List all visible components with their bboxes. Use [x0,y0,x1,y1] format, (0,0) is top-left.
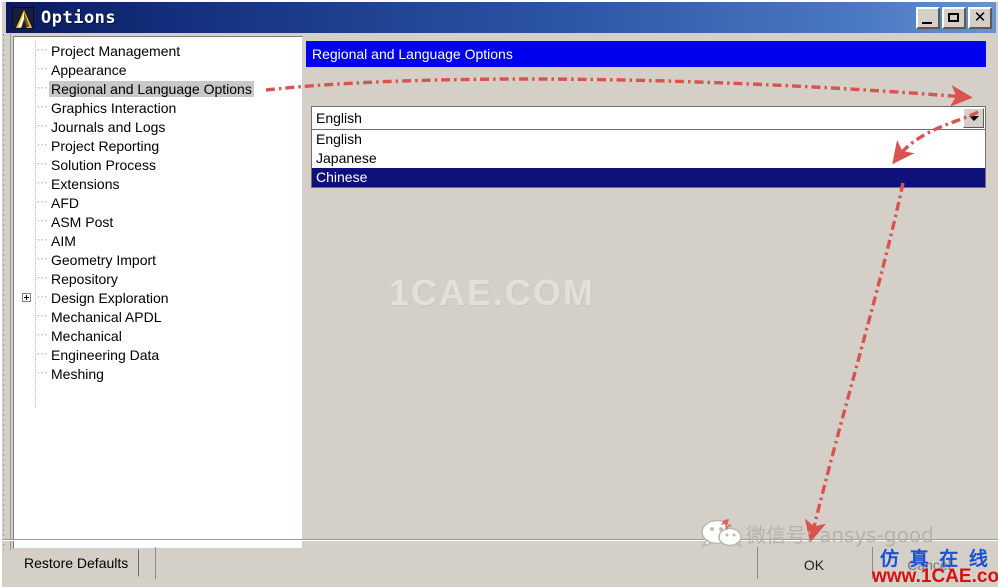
restore-defaults-label: Restore Defaults [24,555,129,571]
minimize-icon [922,21,932,24]
ansys-logo-icon [12,6,34,29]
sidebar-item-aim[interactable]: AIM [14,231,302,250]
left-edge-strip [0,34,11,550]
sidebar-item-design-exploration[interactable]: Design Exploration [14,288,302,307]
sidebar-item-label: Mechanical APDL [51,308,162,325]
tree-branch-icon [35,273,49,284]
window-controls: ✕ [916,6,992,29]
sidebar-item-label: Project Management [51,42,181,59]
ok-label: OK [803,557,825,573]
language-option-japanese[interactable]: Japanese [312,149,985,168]
maximize-button[interactable] [942,6,966,29]
sidebar-item-asm-post[interactable]: ASM Post [14,212,302,231]
cancel-button[interactable]: Cancel [898,553,960,577]
screenshot-root: Options ✕ Project Management Appearance Re… [0,0,998,587]
tree-branch-icon [35,368,49,379]
tree-guide-line [35,41,36,409]
language-combobox[interactable]: English [311,106,986,130]
options-dialog-window: Options ✕ Project Management Appearance Re… [0,0,998,587]
footer-separator-2 [757,547,758,579]
sidebar-item-project-reporting[interactable]: Project Reporting [14,136,302,155]
tree-branch-icon [35,159,49,170]
sidebar-item-label: Project Reporting [51,137,160,154]
tree-branch-icon [35,102,49,113]
sidebar-item-meshing[interactable]: Meshing [14,364,302,383]
sidebar-item-repository[interactable]: Repository [14,269,302,288]
tree-branch-icon [35,45,49,56]
sidebar-item-regional-and-language-options[interactable]: Regional and Language Options [14,79,302,98]
maximize-icon [948,12,959,22]
language-option-chinese[interactable]: Chinese [312,168,985,187]
sidebar-item-label: Mechanical [51,327,122,344]
tree-branch-icon [35,140,49,151]
tree-branch-icon [35,83,49,94]
tree-branch-icon [35,121,49,132]
language-option-label: Japanese [316,150,377,166]
sidebar-item-label: ASM Post [51,213,114,230]
tree-branch-icon [35,311,49,322]
sidebar-item-label: Solution Process [51,156,157,173]
tree-branch-icon [35,178,49,189]
restore-defaults-button[interactable]: Restore Defaults [13,549,140,577]
sidebar-item-project-management[interactable]: Project Management [14,41,302,60]
language-dropdown-list[interactable]: English Japanese Chinese [311,130,986,188]
options-category-tree[interactable]: Project Management Appearance Regional and… [13,36,303,549]
tree-branch-icon [35,330,49,341]
expand-plus-icon[interactable] [22,293,35,302]
sidebar-item-label: Extensions [51,175,120,192]
sidebar-item-label: Graphics Interaction [51,99,177,116]
plus-icon[interactable] [22,293,31,302]
tree-list: Project Management Appearance Regional and… [14,37,302,383]
sidebar-item-label: Engineering Data [51,346,160,363]
section-header: Regional and Language Options [306,41,986,67]
language-option-english[interactable]: English [312,130,985,149]
tree-branch-icon [35,216,49,227]
footer-separator-3 [872,547,873,579]
sidebar-item-label: Meshing [51,365,104,382]
sidebar-item-geometry-import[interactable]: Geometry Import [14,250,302,269]
close-icon: ✕ [973,8,987,26]
sidebar-item-mechanical[interactable]: Mechanical [14,326,302,345]
sidebar-item-label: Repository [51,270,118,287]
tree-branch-icon [35,235,49,246]
footer-separator-1 [155,547,156,579]
cancel-label: Cancel [907,557,951,573]
language-option-label: English [316,131,362,147]
sidebar-item-label: Regional and Language Options [49,80,254,97]
center-watermark: 1CAE.COM [389,272,596,313]
footer-divider [0,540,998,541]
sidebar-item-journals-and-logs[interactable]: Journals and Logs [14,117,302,136]
sidebar-item-label: Appearance [51,61,127,78]
tree-branch-icon [35,64,49,75]
tree-branch-icon [35,197,49,208]
minimize-button[interactable] [916,6,940,29]
sidebar-item-label: AFD [51,194,79,211]
chevron-down-icon[interactable] [963,108,984,128]
sidebar-item-appearance[interactable]: Appearance [14,60,302,79]
window-title: Options [41,7,117,28]
tree-branch-icon [35,292,49,303]
sidebar-item-mechanical-apdl[interactable]: Mechanical APDL [14,307,302,326]
sidebar-item-label: Geometry Import [51,251,157,268]
ok-button[interactable]: OK [790,553,838,577]
language-selected-value: English [316,110,362,126]
sidebar-item-extensions[interactable]: Extensions [14,174,302,193]
tree-branch-icon [35,349,49,360]
tree-branch-icon [35,254,49,265]
sidebar-item-label: AIM [51,232,76,249]
sidebar-item-afd[interactable]: AFD [14,193,302,212]
close-button[interactable]: ✕ [968,6,992,29]
language-option-label: Chinese [316,169,368,185]
sidebar-item-graphics-interaction[interactable]: Graphics Interaction [14,98,302,117]
sidebar-item-engineering-data[interactable]: Engineering Data [14,345,302,364]
title-bar: Options ✕ [6,2,996,33]
sidebar-item-label: Journals and Logs [51,118,166,135]
sidebar-item-label: Design Exploration [51,289,169,306]
sidebar-item-solution-process[interactable]: Solution Process [14,155,302,174]
